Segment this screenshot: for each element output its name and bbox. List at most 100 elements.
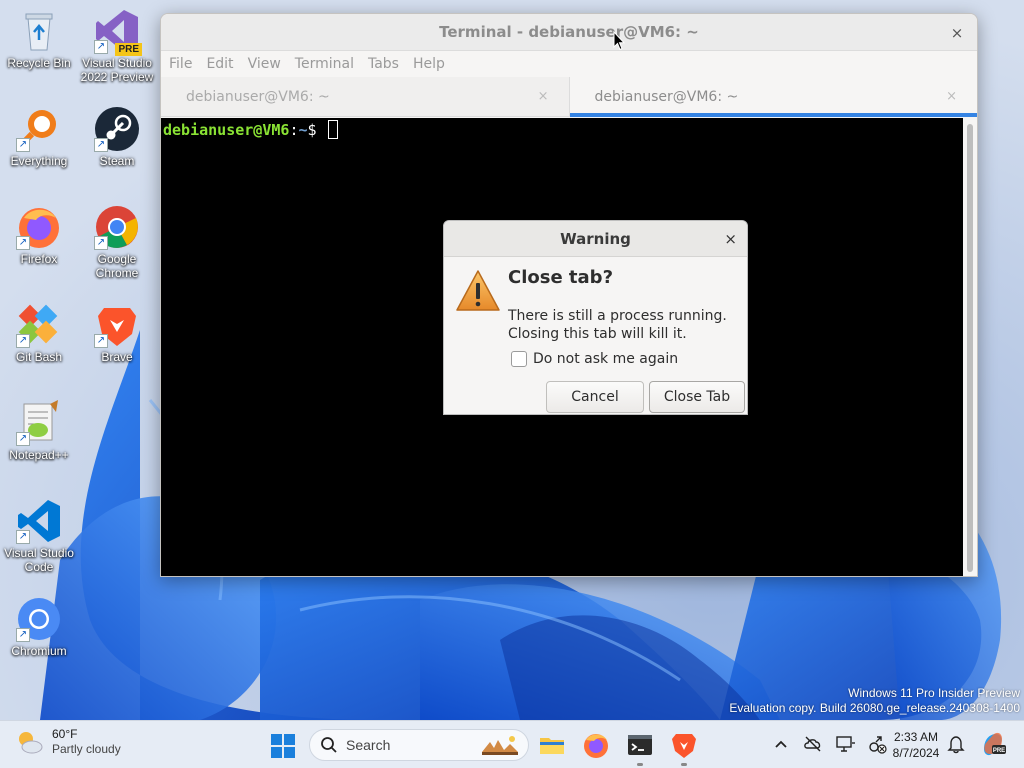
dialog-message-line1: There is still a process running. — [508, 308, 727, 324]
do-not-ask-again-row[interactable]: Do not ask me again — [511, 351, 678, 367]
shortcut-arrow-icon: ↗ — [16, 432, 30, 446]
desktop-icon-recycle-bin[interactable]: Recycle Bin — [0, 8, 78, 70]
tab-close-icon[interactable]: × — [538, 89, 549, 104]
shortcut-arrow-icon: ↗ — [94, 334, 108, 348]
terminal-scrollbar[interactable] — [963, 118, 977, 576]
tab-label: debianuser@VM6: ~ — [594, 88, 739, 105]
checkbox-label[interactable]: Do not ask me again — [533, 351, 678, 367]
system-tray — [770, 733, 898, 755]
visual-studio-icon: ↗ PRE — [94, 8, 142, 56]
desktop-icon-label: Google Chrome — [95, 252, 139, 280]
chevron-up-icon[interactable] — [770, 733, 792, 755]
taskbar: 60°F Partly cloudy Search 2:33 AM 8/7/20… — [0, 720, 1024, 768]
network-disconnected-icon[interactable] — [866, 733, 888, 755]
chromium-icon: ↗ — [16, 596, 62, 642]
menu-tabs[interactable]: Tabs — [368, 56, 407, 72]
brave-icon — [672, 734, 696, 758]
prompt-symbol: $ — [307, 121, 317, 139]
dialog-close-icon[interactable]: × — [724, 229, 737, 249]
desktop-icon-steam[interactable]: ↗ Steam — [78, 106, 156, 168]
dialog-heading: Close tab? — [508, 267, 614, 288]
preview-badge: PRE — [115, 43, 142, 56]
menu-bar: File Edit View Terminal Tabs Help — [161, 51, 977, 77]
onedrive-off-icon[interactable] — [802, 733, 824, 755]
scrollbar-thumb[interactable] — [967, 124, 973, 572]
clock-date: 8/7/2024 — [892, 746, 940, 760]
prompt-path: ~ — [298, 121, 308, 139]
menu-terminal[interactable]: Terminal — [295, 56, 362, 72]
notepad-plus-plus-icon: ↗ — [16, 400, 62, 446]
desktop-icon-brave[interactable]: ↗ Brave — [78, 302, 156, 364]
partly-cloudy-icon — [19, 732, 43, 754]
desktop-icon-git-bash[interactable]: ↗ Git Bash — [0, 302, 78, 364]
clock-time: 2:33 AM — [893, 730, 939, 744]
shortcut-arrow-icon: ↗ — [94, 138, 108, 152]
desktop-icon-label: Recycle Bin — [7, 56, 71, 70]
cancel-button[interactable]: Cancel — [546, 381, 644, 413]
taskbar-terminal[interactable] — [626, 731, 654, 759]
windows-start-icon[interactable] — [270, 733, 296, 759]
desktop-icon-vscode[interactable]: ↗ Visual Studio Code — [0, 498, 78, 574]
do-not-ask-again-checkbox[interactable] — [511, 351, 527, 367]
everything-search-icon: ↗ — [16, 106, 62, 152]
shortcut-arrow-icon: ↗ — [16, 334, 30, 348]
search-icon — [321, 737, 337, 753]
file-explorer-icon — [540, 738, 564, 754]
desktop-icon-google-chrome[interactable]: ↗ Google Chrome — [78, 204, 156, 280]
taskbar-file-explorer[interactable] — [538, 731, 566, 759]
desktop-icon-visual-studio[interactable]: ↗ PRE Visual Studio 2022 Preview — [78, 8, 156, 84]
menu-edit[interactable]: Edit — [206, 56, 241, 72]
terminal-tab[interactable]: debianuser@VM6: ~ × — [161, 77, 569, 116]
taskbar-brave[interactable] — [670, 731, 698, 759]
desktop-icon-label: Everything — [10, 154, 68, 168]
weather-condition: Partly cloudy — [52, 742, 121, 756]
weather-temperature: 60°F — [52, 727, 78, 741]
display-icon[interactable] — [834, 733, 856, 755]
running-app-indicator — [681, 763, 687, 766]
watermark-line1: Windows 11 Pro Insider Preview — [848, 686, 1020, 700]
prompt-user-host: debianuser@VM6 — [163, 121, 290, 139]
git-bash-icon: ↗ — [16, 302, 62, 348]
text-cursor — [327, 120, 338, 139]
vscode-icon: ↗ — [16, 498, 62, 544]
desktop-icon-label: Firefox — [20, 252, 58, 266]
desktop-icon-label: Visual Studio 2022 Preview — [80, 56, 154, 84]
brave-icon: ↗ — [94, 302, 140, 348]
shortcut-arrow-icon: ↗ — [16, 236, 30, 250]
mouse-pointer-icon — [613, 31, 625, 51]
desktop-icon-label: Visual Studio Code — [4, 546, 74, 574]
weather-widget[interactable]: 60°F Partly cloudy — [14, 727, 121, 757]
menu-help[interactable]: Help — [413, 56, 453, 72]
menu-file[interactable]: File — [169, 56, 200, 72]
terminal-titlebar[interactable]: Terminal - debianuser@VM6: ~ × — [161, 14, 977, 51]
tab-bar: debianuser@VM6: ~ × debianuser@VM6: ~ × — [161, 77, 977, 117]
firefox-icon — [584, 734, 608, 758]
desktop-icon-chromium[interactable]: ↗ Chromium — [0, 596, 78, 658]
running-app-indicator — [637, 763, 643, 766]
notification-bell-icon[interactable] — [946, 734, 966, 754]
shortcut-arrow-icon: ↗ — [16, 138, 30, 152]
shortcut-arrow-icon: ↗ — [94, 40, 108, 54]
search-placeholder: Search — [346, 737, 391, 753]
copilot-icon[interactable]: PRE — [980, 731, 1006, 757]
taskbar-firefox[interactable] — [582, 731, 610, 759]
recycle-bin-icon — [16, 8, 62, 54]
tab-close-icon[interactable]: × — [946, 89, 957, 104]
taskbar-search-box[interactable]: Search — [309, 729, 529, 761]
shortcut-arrow-icon: ↗ — [94, 236, 108, 250]
desktop-icon-label: Brave — [101, 350, 133, 364]
desktop-icon-firefox[interactable]: ↗ Firefox — [0, 204, 78, 266]
close-tab-button[interactable]: Close Tab — [649, 381, 745, 413]
warning-dialog[interactable]: Warning × Close tab? There is still a pr… — [443, 220, 748, 415]
window-close-icon[interactable]: × — [947, 23, 967, 43]
warning-icon — [456, 270, 500, 311]
steam-icon: ↗ — [94, 106, 140, 152]
menu-view[interactable]: View — [248, 56, 289, 72]
dialog-titlebar[interactable]: Warning × — [444, 221, 747, 257]
desktop-icon-everything[interactable]: ↗ Everything — [0, 106, 78, 168]
desktop-icon-notepad-plus-plus[interactable]: ↗ Notepad++ — [0, 400, 78, 462]
taskbar-clock[interactable]: 2:33 AM 8/7/2024 — [886, 729, 946, 761]
desktop-icon-label: Notepad++ — [9, 448, 69, 462]
terminal-icon — [628, 735, 652, 755]
terminal-tab-active[interactable]: debianuser@VM6: ~ × — [568, 77, 977, 117]
